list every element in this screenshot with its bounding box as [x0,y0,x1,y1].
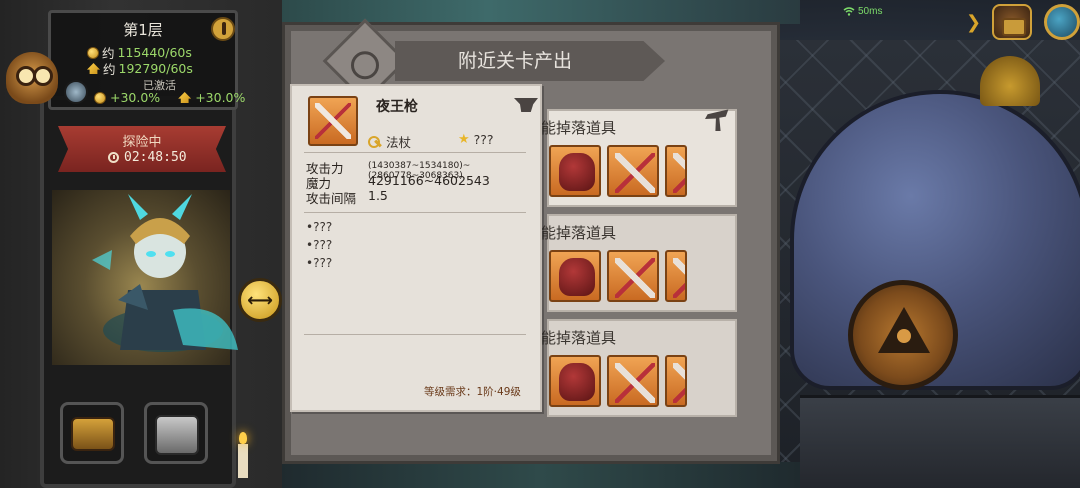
exploration-timer: 02:48:50 [108,150,187,165]
treasure-chest-icon [71,417,115,451]
eye-emblem-icon [848,280,958,390]
item-type-label: 法杖 [386,135,412,150]
bonus-row: +30.0% +30.0% [94,90,245,105]
swap-button[interactable]: ⟷ [238,278,282,322]
companion-avatar[interactable] [64,80,88,104]
anvil-icon[interactable] [514,98,538,112]
stat-row-attack-interval: 攻击间隔 1.5 [306,188,536,206]
globe-icon[interactable] [1044,4,1080,40]
effect-line: •??? [306,238,333,252]
gold-bonus: +30.0% [110,90,161,105]
arrow-right-icon[interactable]: ❯ [966,12,981,34]
chest-slot[interactable] [60,402,124,464]
treasure-chest-icon[interactable] [992,4,1032,40]
drop-item-weapon[interactable] [607,250,659,302]
clock-icon [108,152,119,163]
drop-item-weapon[interactable] [665,355,687,407]
drop-item-armor[interactable] [549,355,601,407]
swap-icon: ⟷ [247,289,273,311]
exp-icon [87,63,100,74]
drop-row-title: 能掉落道具 [541,329,617,347]
stat-row-magic: 魔力 4291166~4602543 [306,173,536,191]
exp-rate-prefix: 约 [103,62,116,77]
divider [304,334,526,335]
exp-bonus: +30.0% [195,90,246,105]
exp-rate: 约 192790/60s [87,59,193,78]
stat-label: 攻击间隔 [306,191,357,206]
dialog-title: 附近关卡产出 [457,50,572,72]
item-rarity-value: ??? [473,132,494,147]
drop-row[interactable]: 能掉落道具 [541,109,737,207]
network-ping: 50ms [843,6,882,17]
divider [304,152,526,153]
armor-icon [155,415,199,455]
dialog-title-banner: 附近关卡产出 [395,41,665,81]
item-stats: 攻击力 (1430387~1534180)~(2860778~3068363) … [306,158,536,206]
effect-line: •??? [306,256,333,270]
drop-item-weapon[interactable] [665,145,687,197]
ping-value: 50ms [858,6,883,17]
exploration-status: 探险中 [122,135,162,150]
staff-type-icon [368,135,382,148]
item-effects: •??? •??? •??? [306,220,332,274]
exploration-banner: 探险中 02:48:50 [58,126,226,172]
scene-bottom-strip [280,462,800,488]
hero-portrait[interactable] [88,180,238,370]
star-icon: ★ [458,132,470,147]
exploration-timer-value: 02:48:50 [124,150,187,165]
spear-icon [308,96,358,146]
item-rarity: ★ ??? [458,132,494,147]
divider [304,212,526,213]
scene-top-strip [280,0,800,24]
stat-value: 4291166~4602543 [368,173,490,188]
drop-item-weapon[interactable] [665,250,687,302]
stat-value: 1.5 [368,188,388,203]
wifi-icon [843,7,855,16]
item-detail-tooltip: 夜王枪 法杖 ★ ??? 攻击力 (1430387~1534180)~(2860… [290,84,542,412]
drop-item-weapon[interactable] [607,145,659,197]
owl-icon[interactable] [6,52,58,104]
drop-row[interactable]: 能掉落道具 [541,214,737,312]
candle-icon [232,430,256,480]
gear-slot[interactable] [144,402,208,464]
effect-line: •??? [306,220,333,234]
level-requirement: 等级需求：1阶·49级 [424,386,521,398]
exp-icon [178,92,192,103]
item-name: 夜王枪 [376,99,418,115]
exp-rate-value: 192790/60s [118,61,193,76]
gold-rate-value: 115440/60s [117,45,192,60]
drop-row-title: 能掉落道具 [541,119,617,137]
stat-row-attack: 攻击力 (1430387~1534180)~(2860778~3068363) [306,158,536,181]
drop-row-title: 能掉落道具 [541,224,617,242]
drop-row[interactable]: 能掉落道具 [541,319,737,417]
machine-base [800,395,1080,488]
item-type: 法杖 [368,132,411,151]
coin-icon [94,91,106,104]
drop-item-armor[interactable] [549,250,601,302]
drop-item-armor[interactable] [549,145,601,197]
floor-title: 第1层 [123,21,163,39]
coin-icon [87,46,99,59]
floor-info-icon[interactable] [211,17,235,41]
drop-item-weapon[interactable] [607,355,659,407]
